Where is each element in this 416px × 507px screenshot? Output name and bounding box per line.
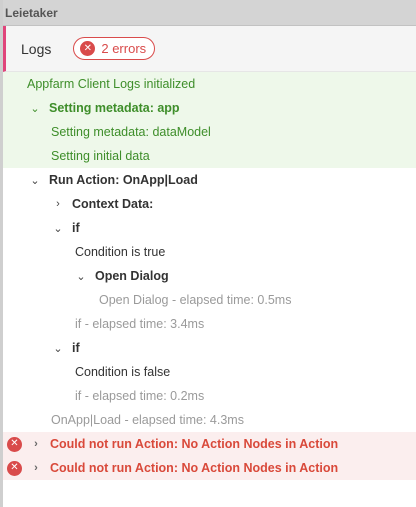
log-entry-init: Appfarm Client Logs initialized — [3, 72, 416, 96]
log-error-row[interactable]: ✕ › Could not run Action: No Action Node… — [3, 456, 416, 480]
log-window: Leietaker Logs ✕ 2 errors Appfarm Client… — [0, 0, 416, 507]
error-count-label: 2 errors — [101, 41, 147, 56]
chevron-down-icon[interactable]: ⌄ — [52, 222, 64, 235]
log-entry-onapp-elapsed: OnApp|Load - elapsed time: 4.3ms — [51, 413, 244, 427]
log-entry-if-2-elapsed: if - elapsed time: 0.2ms — [75, 389, 205, 403]
panel-title: Logs — [21, 40, 52, 57]
log-group-run-action[interactable]: ⌄ Run Action: OnApp|Load — [3, 168, 416, 192]
error-circle-icon: ✕ — [7, 436, 22, 452]
error-circle-icon: ✕ — [7, 460, 22, 476]
chevron-down-icon[interactable]: ⌄ — [75, 270, 87, 283]
chevron-right-icon[interactable]: › — [30, 438, 42, 450]
window-titlebar: Leietaker — [3, 0, 416, 26]
log-group-if-2[interactable]: ⌄ if — [3, 336, 416, 360]
log-group-setting-metadata-app[interactable]: ⌄ Setting metadata: app — [3, 96, 416, 120]
error-circle-icon: ✕ — [80, 41, 96, 56]
log-entry-setting-metadata-datamodel: Setting metadata: dataModel — [3, 120, 416, 144]
error-count-badge[interactable]: ✕ 2 errors — [73, 37, 156, 60]
log-group-open-dialog[interactable]: ⌄ Open Dialog — [3, 264, 416, 288]
log-list: Appfarm Client Logs initialized ⌄ Settin… — [3, 72, 416, 480]
chevron-down-icon[interactable]: ⌄ — [29, 174, 41, 187]
chevron-right-icon[interactable]: › — [30, 462, 42, 474]
logs-panel-header: Logs ✕ 2 errors — [3, 26, 416, 72]
log-entry-open-dialog-elapsed: Open Dialog - elapsed time: 0.5ms — [99, 293, 292, 307]
chevron-right-icon[interactable]: › — [52, 198, 64, 210]
log-group-if-1[interactable]: ⌄ if — [3, 216, 416, 240]
log-entry-condition-true: Condition is true — [75, 245, 166, 259]
window-title: Leietaker — [5, 5, 58, 20]
log-entry-condition-false: Condition is false — [75, 365, 171, 379]
log-entry-if-1-elapsed: if - elapsed time: 3.4ms — [75, 317, 205, 331]
chevron-down-icon[interactable]: ⌄ — [52, 342, 64, 355]
log-entry-setting-initial-data: Setting initial data — [3, 144, 416, 168]
chevron-down-icon[interactable]: ⌄ — [29, 102, 41, 115]
log-group-context-data[interactable]: › Context Data: — [3, 192, 416, 216]
log-error-row[interactable]: ✕ › Could not run Action: No Action Node… — [3, 432, 416, 456]
